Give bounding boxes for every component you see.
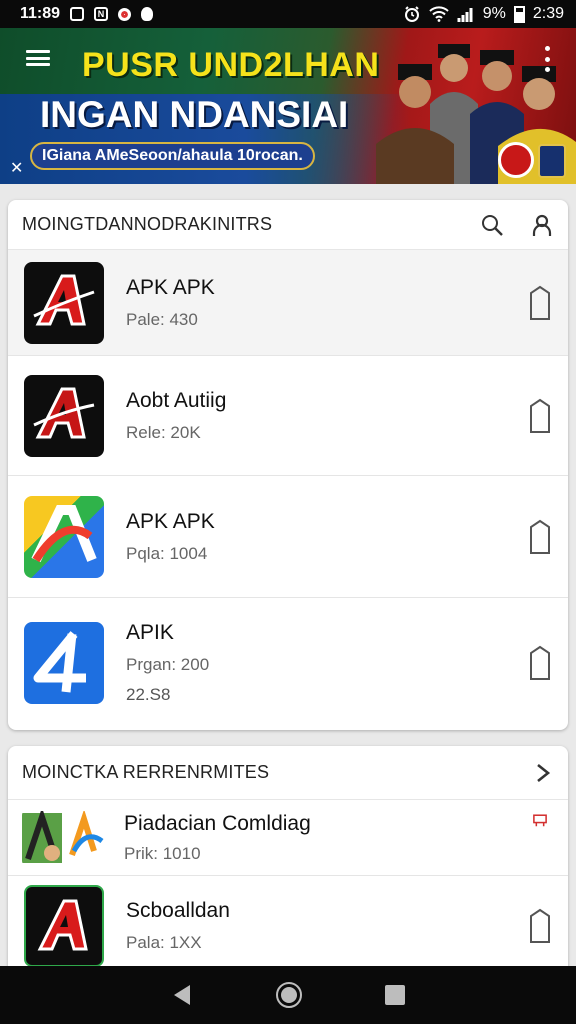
notification-drop-icon	[141, 7, 154, 21]
alarm-icon	[404, 6, 419, 22]
more-options-icon[interactable]	[542, 46, 552, 72]
list-item[interactable]: Piadacian Comldiag Prik: 1010	[8, 800, 568, 876]
section-title: MOINCTKA RERRENRMITES	[22, 762, 270, 782]
app-meta: Rele: 20K	[126, 422, 201, 442]
app-meta: Prik: 1010	[124, 843, 201, 863]
app-title: APK APK	[126, 275, 215, 299]
list-item[interactable]: APIK Prgan: 200 22.S8	[8, 598, 568, 728]
app-meta: Pqla: 1004	[126, 543, 208, 563]
red-a-app-icon	[24, 374, 104, 457]
status-time-right: 2:39	[532, 5, 564, 22]
bookmark-icon[interactable]	[528, 285, 552, 321]
app-meta: Pala: 1XX	[126, 933, 202, 952]
bookmark-icon[interactable]	[528, 645, 552, 681]
red-a-app-icon	[24, 885, 104, 967]
app-title: Aobt Autiig	[126, 388, 227, 412]
home-icon[interactable]	[275, 981, 303, 1009]
close-icon[interactable]: ✕	[10, 158, 23, 178]
chevron-right-icon[interactable]	[530, 761, 554, 785]
bookmark-icon[interactable]	[528, 908, 552, 944]
notification-n-icon: N	[94, 7, 109, 21]
notification-dot-icon	[118, 7, 132, 21]
promo-banner[interactable]: PUSR UND2LHAN INGAN NDANSIAI IGiana AMeS…	[0, 28, 576, 184]
red-download-icon[interactable]	[528, 814, 552, 836]
recommendations-card: MOINCTKA RERRENRMITES Piadacian Comldiag…	[8, 746, 568, 976]
app-list-card: MOINGTDANNODRAKINITRS APK APK Pale: 430 …	[8, 200, 568, 730]
user-icon[interactable]	[530, 213, 554, 237]
battery-percent: 9%	[482, 5, 506, 22]
banner-subtitle: INGAN NDANSIAI	[40, 94, 349, 135]
party-logo-red	[498, 142, 534, 178]
card-header: MOINGTDANNODRAKINITRS	[8, 200, 568, 250]
menu-icon[interactable]	[26, 50, 50, 66]
party-logo-blue	[538, 144, 566, 178]
battery-icon	[513, 5, 525, 23]
notification-box-icon	[70, 7, 85, 21]
status-time-left: 11:89	[20, 5, 61, 22]
app-meta: Prgan: 200	[126, 655, 210, 674]
bookmark-icon[interactable]	[528, 398, 552, 434]
system-nav-bar	[0, 966, 576, 1024]
game-app-icon	[22, 810, 110, 865]
app-title: Piadacian Comldiag	[124, 811, 311, 835]
card-header: MOINCTKA RERRENRMITES	[8, 746, 568, 800]
app-meta: Pale: 430	[126, 309, 198, 329]
app-size: 22.S8	[126, 685, 171, 704]
list-item[interactable]: APK APK Pqla: 1004	[8, 476, 568, 598]
back-icon[interactable]	[170, 983, 194, 1007]
red-a-app-icon	[24, 261, 104, 344]
list-item[interactable]: Aobt Autiig Rele: 20K	[8, 356, 568, 476]
signal-icon	[457, 8, 473, 22]
banner-title: PUSR UND2LHAN	[82, 46, 380, 84]
app-title: APK APK	[126, 509, 215, 533]
section-title: MOINGTDANNODRAKINITRS	[22, 214, 273, 234]
bookmark-icon[interactable]	[528, 519, 552, 555]
app-title: Scboalldan	[126, 899, 230, 922]
recents-icon[interactable]	[384, 984, 406, 1006]
status-bar: 11:89 N 9% 2:39	[0, 0, 576, 28]
colorful-a-app-icon	[24, 495, 104, 578]
banner-ribbon: IGiana AMeSeoon/ahaula 10rocan.	[30, 142, 315, 170]
list-item[interactable]: APK APK Pale: 430	[8, 250, 568, 356]
wifi-icon	[429, 6, 449, 22]
search-icon[interactable]	[480, 213, 504, 237]
app-title: APIK	[126, 621, 174, 644]
blue-four-app-icon	[24, 622, 104, 704]
list-item[interactable]: Scboalldan Pala: 1XX	[8, 876, 568, 976]
